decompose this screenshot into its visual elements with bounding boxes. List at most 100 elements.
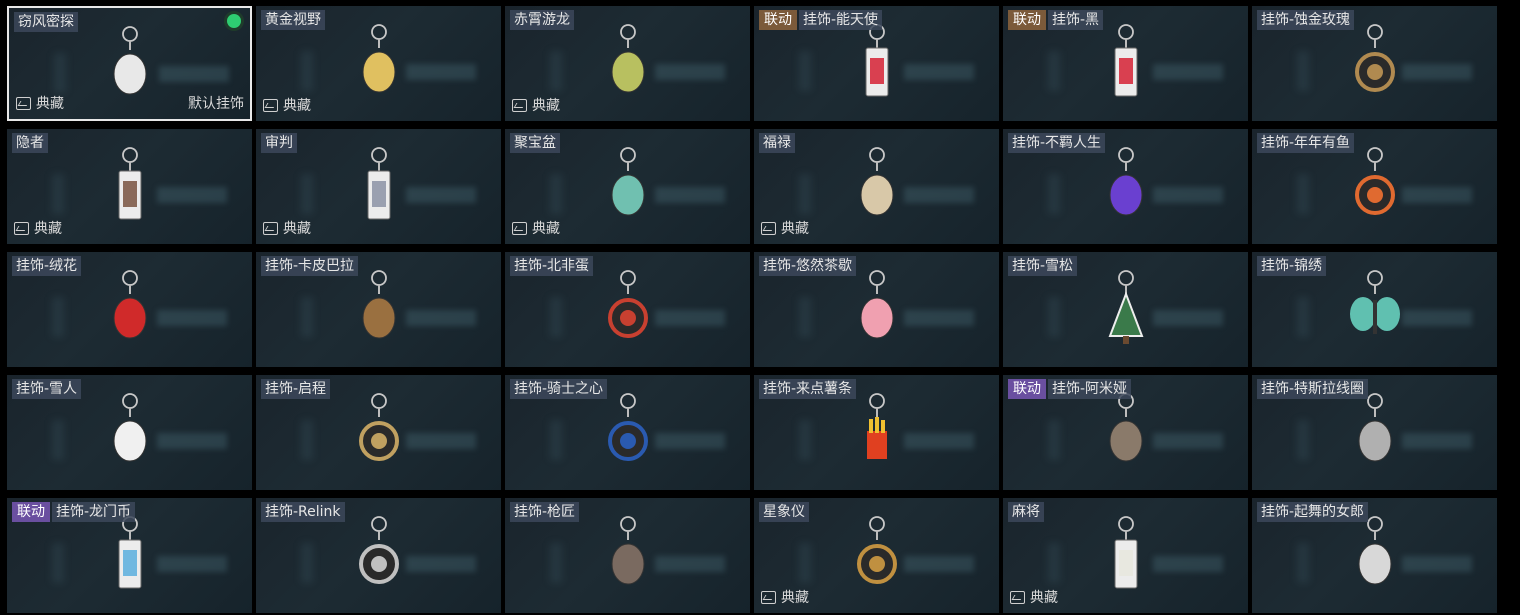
charm-name: 挂饰-雪松 <box>1008 256 1078 276</box>
charm-tile[interactable]: 联动 挂饰-黑 <box>1003 6 1248 121</box>
collection-label: 典藏 <box>283 98 311 114</box>
charm-title: 联动 挂饰-阿米娅 <box>1008 379 1132 399</box>
rose-emblem-icon <box>1345 18 1405 108</box>
tesla-coil-icon <box>1345 387 1405 477</box>
charm-title: 星象仪 <box>759 502 809 522</box>
flower-icon <box>100 264 160 354</box>
card-charm-icon <box>1096 18 1156 108</box>
charm-tile[interactable]: 挂饰-卡皮巴拉 <box>256 252 501 367</box>
rabbit-ears-icon <box>1096 387 1156 477</box>
charm-title: 联动 挂饰-龙门币 <box>12 502 136 522</box>
charm-title: 挂饰-绒花 <box>12 256 82 276</box>
charm-tile[interactable]: 黄金视野典藏 <box>256 6 501 121</box>
dancer-figure-icon <box>1345 510 1405 600</box>
capybara-icon <box>349 264 409 354</box>
collection-icon <box>512 98 527 112</box>
astrolabe-icon <box>847 510 907 600</box>
tarot-card-icon <box>100 141 160 231</box>
collection-icon <box>761 221 776 235</box>
collection-tag: 典藏 <box>263 218 311 238</box>
charm-tile[interactable]: 挂饰-来点薯条 <box>754 375 999 490</box>
charm-tile[interactable]: 挂饰-特斯拉线圈 <box>1252 375 1497 490</box>
charm-tile[interactable]: 挂饰-锦绣 <box>1252 252 1497 367</box>
charm-tile[interactable]: 窃风密探典藏 默认挂饰 <box>7 6 252 121</box>
charm-tile[interactable]: 福禄 典藏 <box>754 129 999 244</box>
collab-badge: 联动 <box>759 10 797 30</box>
collection-tag: 典藏 <box>512 218 560 238</box>
charm-title: 挂饰-起舞的女郎 <box>1257 502 1369 522</box>
charm-title: 福禄 <box>759 133 795 153</box>
charm-tile[interactable]: 挂饰-起舞的女郎 <box>1252 498 1497 613</box>
charm-tile[interactable]: 挂饰-绒花 <box>7 252 252 367</box>
collection-tag: 典藏 <box>761 218 809 238</box>
charm-title: 挂饰-年年有鱼 <box>1257 133 1355 153</box>
treasure-bowl-icon <box>598 141 658 231</box>
collab-badge: 联动 <box>12 502 50 522</box>
charm-title: 隐者 <box>12 133 48 153</box>
charm-tile[interactable]: 联动 挂饰-阿米娅 <box>1003 375 1248 490</box>
charm-tile[interactable]: 挂饰-不羁人生 <box>1003 129 1248 244</box>
charm-tile[interactable]: 挂饰-雪人 <box>7 375 252 490</box>
mahjong-tile-icon <box>1096 510 1156 600</box>
collection-tag: 典藏 <box>512 95 560 115</box>
charm-name: 挂饰-起舞的女郎 <box>1257 502 1369 522</box>
charm-title: 黄金视野 <box>261 10 325 30</box>
charm-tile[interactable]: 联动 挂饰-能天使 <box>754 6 999 121</box>
rabbit-charm-icon <box>100 20 160 110</box>
cupcake-icon <box>847 264 907 354</box>
collection-label: 典藏 <box>36 96 64 112</box>
charm-name: 麻将 <box>1008 502 1044 522</box>
charm-title: 挂饰-锦绣 <box>1257 256 1327 276</box>
charm-title: 挂饰-蚀金玫瑰 <box>1257 10 1355 30</box>
charm-tile[interactable]: 联动 挂饰-龙门币 <box>7 498 252 613</box>
charm-grid: 窃风密探 典藏 默认挂饰 黄金视野 典藏 赤霄游龙 典藏 联动 挂饰-能天使 联动 挂饰-黑 挂饰-蚀… <box>0 0 1520 615</box>
charm-tile[interactable]: 挂饰-Relink <box>256 498 501 613</box>
equipped-indicator-icon <box>227 14 241 28</box>
card-charm-icon <box>847 18 907 108</box>
charm-name: 挂饰-蚀金玫瑰 <box>1257 10 1355 30</box>
charm-tile[interactable]: 挂饰-骑士之心 <box>505 375 750 490</box>
charm-tile[interactable]: 挂饰-蚀金玫瑰 <box>1252 6 1497 121</box>
charm-name: 窃风密探 <box>14 12 78 32</box>
charm-tile[interactable]: 挂饰-枪匠 <box>505 498 750 613</box>
charm-tile[interactable]: 挂饰-年年有鱼 <box>1252 129 1497 244</box>
charm-tile[interactable]: 星象仪 典藏 <box>754 498 999 613</box>
default-charm-label: 默认挂饰 <box>188 96 244 112</box>
charm-name: 黄金视野 <box>261 10 325 30</box>
collection-icon <box>14 221 29 235</box>
charm-title: 挂饰-来点薯条 <box>759 379 857 399</box>
charm-title: 挂饰-骑士之心 <box>510 379 608 399</box>
charm-tile[interactable]: 挂饰-雪松 <box>1003 252 1248 367</box>
charm-name: 挂饰-年年有鱼 <box>1257 133 1355 153</box>
collection-icon <box>1010 590 1025 604</box>
charm-tile[interactable]: 挂饰-北非蛋 <box>505 252 750 367</box>
charm-title: 联动 挂饰-能天使 <box>759 10 883 30</box>
charm-name: 挂饰-能天使 <box>799 10 883 30</box>
gourd-icon <box>847 141 907 231</box>
compass-badge-icon <box>349 387 409 477</box>
charm-tile[interactable]: 审判典藏 <box>256 129 501 244</box>
charm-name: 审判 <box>261 133 297 153</box>
chibi-figure-icon <box>349 18 409 108</box>
charm-tile[interactable]: 挂饰-启程 <box>256 375 501 490</box>
collection-tag: 典藏 <box>761 587 809 607</box>
collection-tag: 典藏 <box>263 95 311 115</box>
charm-name: 星象仪 <box>759 502 809 522</box>
collection-icon <box>263 221 278 235</box>
charm-tile[interactable]: 赤霄游龙 典藏 <box>505 6 750 121</box>
charm-name: 赤霄游龙 <box>510 10 574 30</box>
collection-label: 典藏 <box>1030 590 1058 606</box>
charm-title: 审判 <box>261 133 297 153</box>
charm-name: 挂饰-锦绣 <box>1257 256 1327 276</box>
charm-name: 挂饰-启程 <box>261 379 331 399</box>
charm-name: 挂饰-雪人 <box>12 379 82 399</box>
charm-tile[interactable]: 麻将典藏 <box>1003 498 1248 613</box>
collection-label: 典藏 <box>283 221 311 237</box>
collection-label: 典藏 <box>34 221 62 237</box>
charm-tile[interactable]: 隐者典藏 <box>7 129 252 244</box>
charm-tile[interactable]: 挂饰-悠然茶歇 <box>754 252 999 367</box>
charm-tile[interactable]: 聚宝盆 典藏 <box>505 129 750 244</box>
charm-name: 挂饰-枪匠 <box>510 502 580 522</box>
charm-title: 挂饰-雪人 <box>12 379 82 399</box>
charm-name: 挂饰-北非蛋 <box>510 256 594 276</box>
